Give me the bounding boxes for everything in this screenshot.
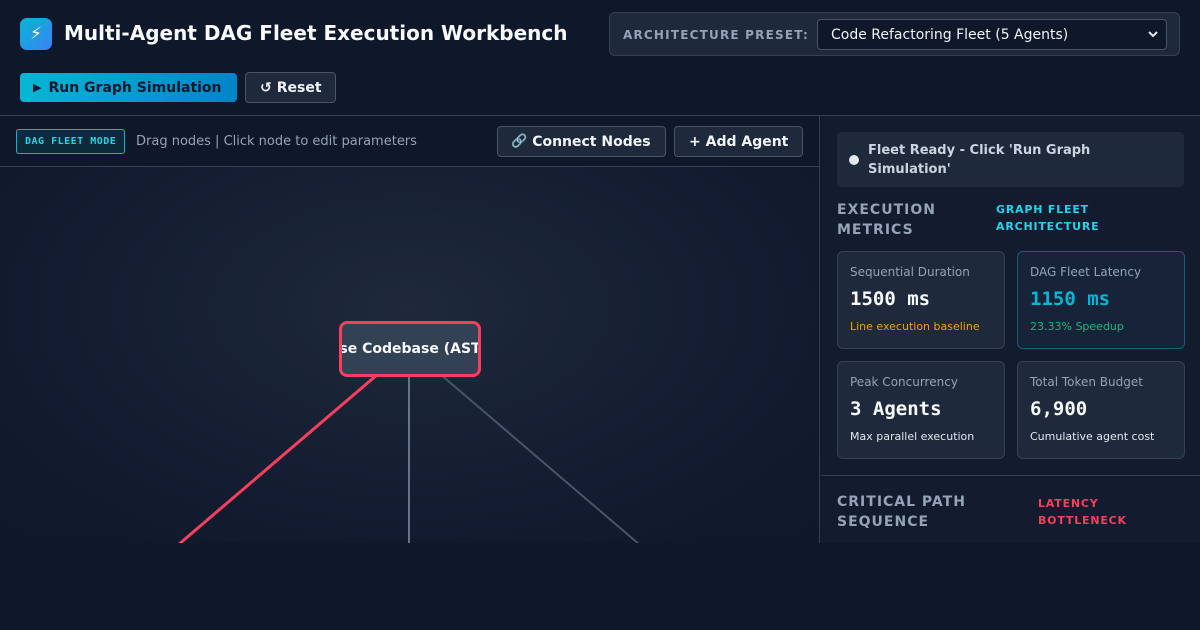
metric-card-sequential-duration: Sequential Duration 1500 ms Line executi… bbox=[837, 251, 1005, 349]
canvas-hint: Drag nodes | Click node to edit paramete… bbox=[136, 134, 417, 149]
play-icon: ▶ bbox=[33, 81, 42, 94]
metric-subtext: Line execution baseline bbox=[850, 320, 980, 333]
metric-label: Sequential Duration bbox=[850, 265, 970, 279]
connect-nodes-label: Connect Nodes bbox=[532, 133, 651, 150]
status-dot-icon bbox=[849, 155, 859, 165]
reset-icon: ↺ bbox=[260, 79, 272, 96]
architecture-preset-select[interactable]: Code Refactoring Fleet (5 Agents) bbox=[817, 19, 1167, 50]
connect-nodes-button[interactable]: 🔗 Connect Nodes bbox=[497, 126, 666, 157]
metric-value: 1500 ms bbox=[850, 288, 931, 310]
run-graph-simulation-button[interactable]: ▶ Run Graph Simulation bbox=[20, 73, 237, 102]
latency-bottleneck-tag: LATENCY BOTTLENECK bbox=[1038, 497, 1127, 527]
critical-path-title: CRITICAL PATH SEQUENCE bbox=[837, 494, 966, 530]
architecture-preset-panel: ARCHITECTURE PRESET: Code Refactoring Fl… bbox=[609, 12, 1180, 56]
metrics-sidebar: Fleet Ready - Click 'Run Graph Simulatio… bbox=[821, 116, 1200, 543]
metric-card-total-token-budget: Total Token Budget 6,900 Cumulative agen… bbox=[1017, 361, 1185, 459]
section-divider bbox=[821, 475, 1200, 476]
dag-edge[interactable] bbox=[439, 373, 640, 543]
lightning-bolt-icon: ⚡ bbox=[20, 18, 52, 50]
dag-edge-critical[interactable] bbox=[178, 372, 379, 543]
link-icon: 🔗 bbox=[511, 134, 528, 149]
fleet-status-banner: Fleet Ready - Click 'Run Graph Simulatio… bbox=[837, 132, 1184, 187]
reset-button-label: Reset bbox=[276, 79, 322, 96]
app-header: ⚡ Multi-Agent DAG Fleet Execution Workbe… bbox=[0, 0, 1200, 116]
page-title: Multi-Agent DAG Fleet Execution Workbenc… bbox=[64, 21, 568, 45]
add-agent-label: + Add Agent bbox=[689, 133, 789, 150]
execution-metrics-title: EXECUTION METRICS bbox=[837, 202, 936, 238]
agent-node-label: se Codebase (AST bbox=[339, 341, 481, 357]
page-bottom-band bbox=[0, 543, 1200, 630]
run-button-label: Run Graph Simulation bbox=[48, 79, 222, 96]
fleet-status-text: Fleet Ready - Click 'Run Graph Simulatio… bbox=[868, 143, 1091, 177]
mode-badge: DAG FLEET MODE bbox=[16, 129, 126, 154]
graph-fleet-architecture-tag: GRAPH FLEET ARCHITECTURE bbox=[996, 203, 1100, 233]
metric-value: 6,900 bbox=[1030, 398, 1088, 420]
metric-subtext: Max parallel execution bbox=[850, 430, 975, 443]
preset-label: ARCHITECTURE PRESET: bbox=[623, 28, 809, 42]
chevron-down-icon bbox=[1148, 27, 1158, 44]
agent-node-parse-codebase[interactable]: se Codebase (AST bbox=[339, 321, 481, 377]
dag-canvas-panel: DAG FLEET MODE Drag nodes | Click node t… bbox=[0, 116, 820, 543]
reset-button[interactable]: ↺ Reset bbox=[245, 72, 336, 103]
metric-subtext: Cumulative agent cost bbox=[1030, 430, 1155, 443]
metric-value: 3 Agents bbox=[850, 398, 942, 420]
metric-value: 1150 ms bbox=[1030, 288, 1111, 310]
add-agent-button[interactable]: + Add Agent bbox=[674, 126, 803, 157]
metric-label: DAG Fleet Latency bbox=[1030, 265, 1142, 279]
metric-subtext: 23.33% Speedup bbox=[1030, 320, 1124, 333]
metric-label: Total Token Budget bbox=[1030, 375, 1143, 389]
preset-selected-value: Code Refactoring Fleet (5 Agents) bbox=[831, 26, 1069, 43]
metric-label: Peak Concurrency bbox=[850, 375, 958, 389]
canvas-toolbar: DAG FLEET MODE Drag nodes | Click node t… bbox=[0, 116, 819, 167]
metric-card-dag-fleet-latency: DAG Fleet Latency 1150 ms 23.33% Speedup bbox=[1017, 251, 1185, 349]
metric-card-peak-concurrency: Peak Concurrency 3 Agents Max parallel e… bbox=[837, 361, 1005, 459]
